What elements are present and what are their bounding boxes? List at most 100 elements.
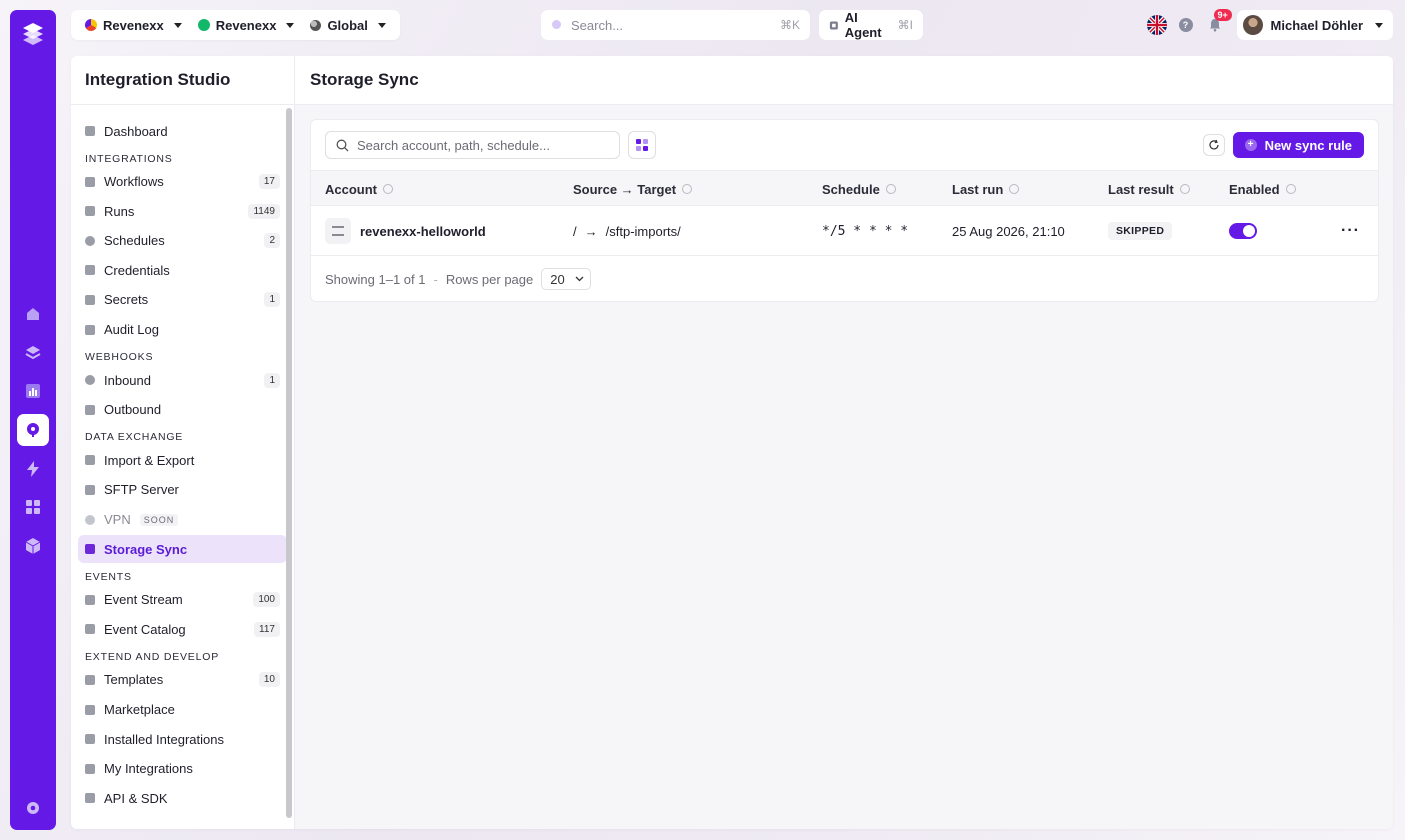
sidebar-item-sftp-server[interactable]: SFTP Server [78,476,287,504]
home-icon[interactable] [17,298,49,330]
sidebar-item-installed-integrations[interactable]: Installed Integrations [78,725,287,753]
more-horizontal-icon: ··· [1341,222,1360,239]
chevron-down-icon [286,22,295,28]
context-selectors: Revenexx Revenexx Global [71,10,400,40]
table-header: Account Source → Target Schedule Last ru… [311,170,1378,206]
enabled-toggle[interactable] [1229,223,1257,239]
sync-rules-table-card: Search account, path, schedule... + New … [310,119,1379,302]
settings-gear-icon[interactable] [17,792,49,824]
count-badge: 100 [253,592,280,608]
column-schedule[interactable]: Schedule [822,171,896,207]
sidebar-item-workflows[interactable]: Workflows 17 [78,168,287,196]
sidebar-item-runs[interactable]: Runs 1149 [78,197,287,225]
sidebar-item-inbound[interactable]: Inbound 1 [78,366,287,394]
notifications-bell-icon[interactable]: 9+ [1205,9,1232,35]
cell-schedule: */5 * * * * [822,223,909,239]
workspace-dot-icon [197,19,210,31]
sidebar-item-event-stream[interactable]: Event Stream 100 [78,586,287,614]
webhook-inbound-icon [85,375,95,386]
cube-icon[interactable] [17,530,49,562]
count-badge: 1 [264,372,280,388]
section-extend-develop: EXTEND AND DEVELOP [85,650,220,663]
avatar [1242,15,1263,35]
soon-badge: SOON [139,513,179,526]
sidebar-item-api-sdk[interactable]: API & SDK [78,784,287,812]
column-enabled[interactable]: Enabled [1229,171,1296,207]
column-account[interactable]: Account [325,171,393,207]
region-selector[interactable]: Global [302,10,393,40]
new-sync-rule-button[interactable]: + New sync rule [1232,132,1364,158]
sidebar-item-dashboard[interactable]: Dashboard [78,117,287,145]
notification-count-badge: 9+ [1213,9,1232,21]
main-content: Storage Sync Search account, path, sched… [295,56,1393,829]
refresh-icon [1209,139,1219,150]
section-events: EVENTS [85,570,132,583]
sidebar-item-outbound[interactable]: Outbound [78,396,287,424]
pagination: Showing 1–1 of 1 - Rows per page 20 [311,256,1378,301]
grid-icon [636,139,648,151]
table-search-input[interactable]: Search account, path, schedule... [325,131,620,159]
sort-icon [1009,184,1020,194]
sidebar-item-schedules[interactable]: Schedules 2 [78,227,287,255]
sidebar-item-vpn[interactable]: VPN SOON [78,506,287,534]
integration-studio-icon[interactable] [17,414,49,446]
clock-icon [85,235,95,246]
shield-check-icon [85,324,95,335]
count-badge: 1 [264,292,280,308]
analytics-icon[interactable] [17,375,49,407]
app-logo-icon[interactable] [19,20,47,48]
sidebar-item-import-export[interactable]: Import & Export [78,446,287,474]
sidebar-item-event-catalog[interactable]: Event Catalog 117 [78,615,287,643]
send-icon [85,404,95,415]
stream-icon [85,594,95,605]
section-webhooks: WEBHOOKS [85,351,154,364]
column-last-result[interactable]: Last result [1108,171,1190,207]
column-last-run[interactable]: Last run [952,171,1020,207]
global-search[interactable]: Search... ⌘K [541,10,810,40]
uk-flag-icon[interactable] [1146,15,1167,35]
storage-icon [85,544,95,555]
ai-agent-button[interactable]: AI Agent ⌘I [819,10,923,40]
key-icon [85,294,95,305]
top-bar: Revenexx Revenexx Global Search... ⌘K AI… [71,9,1393,40]
lightning-icon[interactable] [17,453,49,485]
page-title: Storage Sync [295,56,1393,105]
sidebar-item-credentials[interactable]: Credentials [78,256,287,284]
count-badge: 10 [258,672,280,688]
column-source-target[interactable]: Source → Target [573,171,693,207]
sidebar-item-audit-log[interactable]: Audit Log [78,316,287,344]
sidebar-item-my-integrations[interactable]: My Integrations [78,755,287,783]
plus-icon: + [1244,139,1257,151]
user-menu[interactable]: Michael Döhler [1236,10,1393,40]
sort-icon [885,184,896,194]
sidebar-item-templates[interactable]: Templates 10 [78,666,287,694]
section-data-exchange: DATA EXCHANGE [85,431,184,444]
package-icon [85,763,95,774]
ai-agent-icon [829,21,838,29]
layers-icon [85,734,95,745]
sort-icon [383,184,393,194]
sidebar-item-secrets[interactable]: Secrets 1 [78,286,287,314]
vpn-icon [85,514,95,525]
help-icon[interactable]: ? [1178,18,1193,32]
cell-last-run: 25 Aug 2026, 21:10 [952,223,1065,239]
org-logo-icon [85,19,97,31]
layers-icon[interactable] [17,336,49,368]
sidebar-item-marketplace[interactable]: Marketplace [78,696,287,724]
row-actions-menu[interactable]: ··· [1341,206,1360,256]
sidebar-title: Integration Studio [71,56,294,105]
refresh-button[interactable] [1202,134,1225,156]
chevron-down-icon [1375,22,1383,28]
view-toggle-button[interactable] [628,131,656,159]
apps-grid-icon[interactable] [17,491,49,523]
sidebar-scrollbar[interactable] [286,108,292,818]
table-toolbar: Search account, path, schedule... + New … [311,120,1378,170]
table-row[interactable]: revenexx-helloworld / → /sftp-imports/ *… [311,206,1378,256]
rows-per-page-select[interactable]: 20 [541,268,592,290]
sort-icon [682,184,693,194]
org-selector[interactable]: Revenexx [77,10,190,40]
sidebar-item-storage-sync[interactable]: Storage Sync [78,535,287,564]
chevron-down-icon [377,22,386,28]
workspace-selector[interactable]: Revenexx [190,10,303,40]
count-badge: 117 [254,621,280,637]
